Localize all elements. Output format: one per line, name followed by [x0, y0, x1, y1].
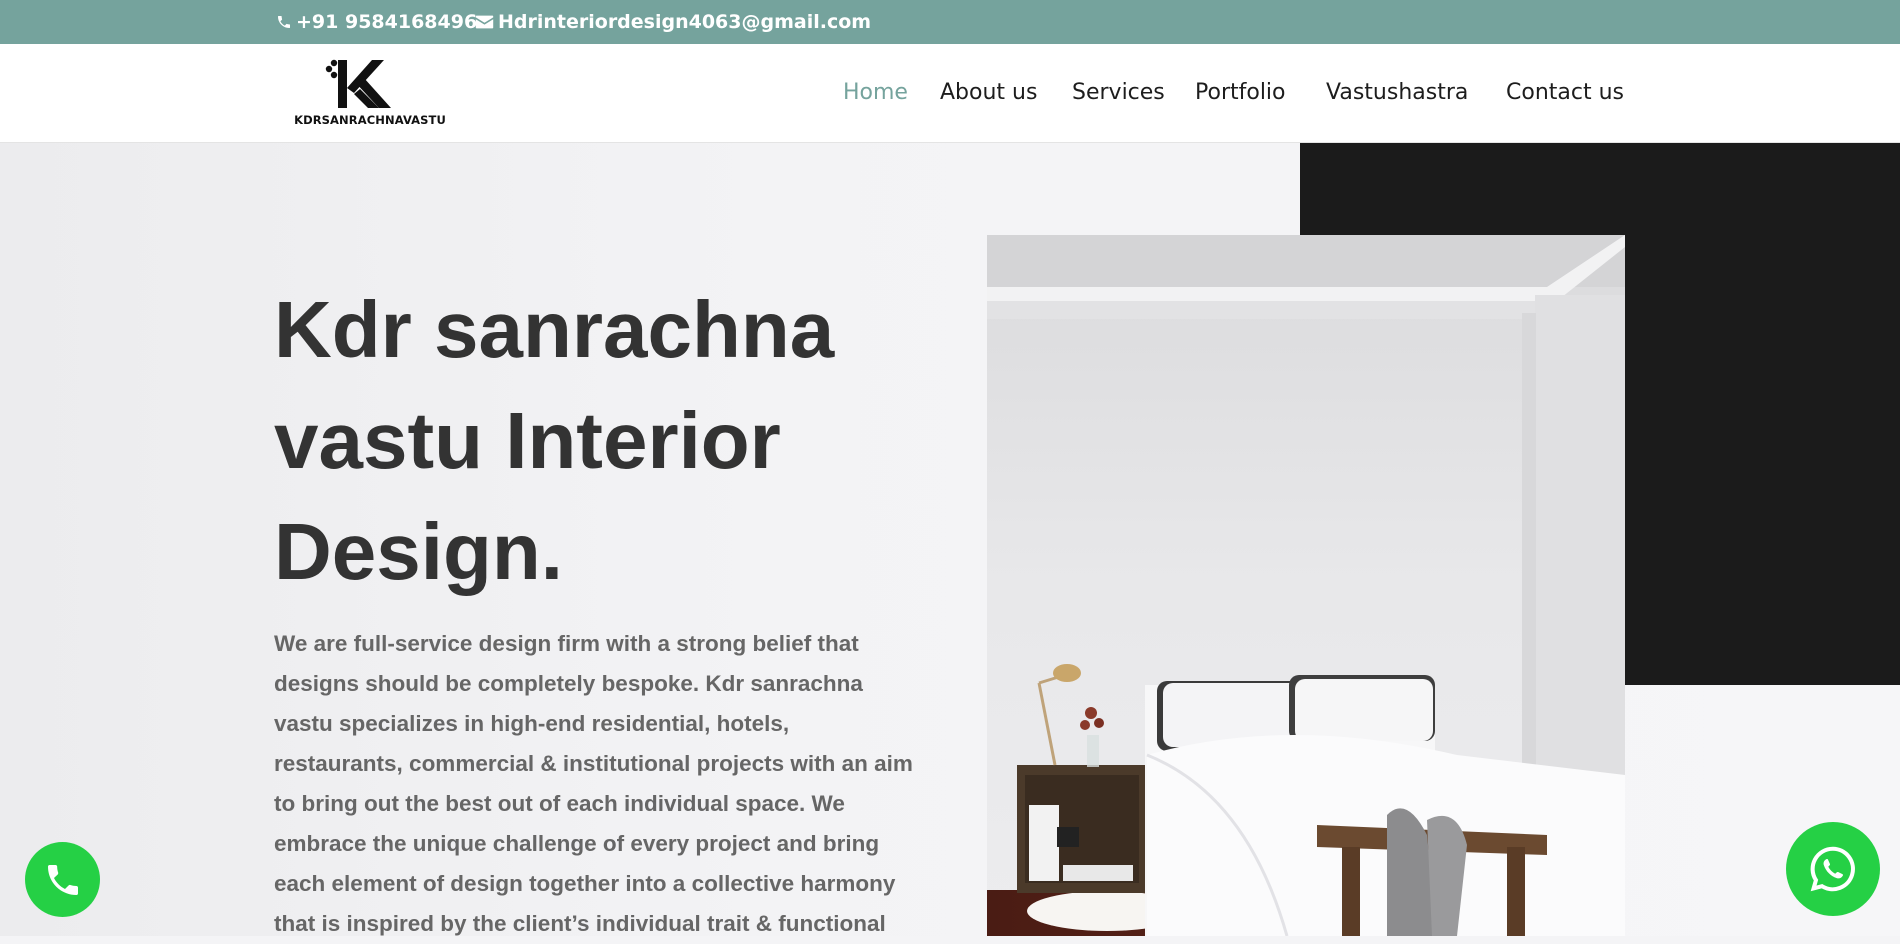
- hero-description: We are full-service design firm with a s…: [274, 631, 913, 936]
- whatsapp-button[interactable]: [1786, 822, 1880, 916]
- nav-portfolio[interactable]: Portfolio: [1195, 80, 1286, 105]
- envelope-icon: [475, 15, 494, 29]
- nav-about-us[interactable]: About us: [940, 80, 1037, 105]
- nav-vastushastra[interactable]: Vastushastra: [1326, 80, 1468, 105]
- email-address: Hdrinteriordesign4063@gmail.com: [498, 11, 872, 33]
- phone-number: +91 9584168496: [296, 11, 478, 33]
- nav-services[interactable]: Services: [1072, 80, 1165, 105]
- logo-text: KDRSANRACHNAVASTU: [294, 113, 446, 127]
- hero-headline: Kdr sanrachna vastu Interior Design.: [274, 285, 835, 596]
- nav-home[interactable]: Home: [843, 80, 908, 105]
- whatsapp-icon: [1810, 846, 1855, 892]
- bedroom-image: [987, 235, 1625, 936]
- phone-icon: [47, 864, 78, 895]
- site-header: KDRSANRACHNAVASTU Home About us Services…: [0, 44, 1900, 143]
- top-contact-bar: +91 9584168496 Hdrinteriordesign4063@gma…: [0, 0, 1900, 44]
- phone-contact[interactable]: +91 9584168496: [276, 11, 477, 33]
- email-contact[interactable]: Hdrinteriordesign4063@gmail.com: [475, 11, 871, 33]
- logo-mark-icon: [325, 59, 391, 108]
- call-button[interactable]: [25, 842, 100, 917]
- nav-contact-us[interactable]: Contact us: [1506, 80, 1624, 105]
- phone-icon: [278, 16, 290, 28]
- site-logo[interactable]: KDRSANRACHNAVASTU: [294, 56, 446, 130]
